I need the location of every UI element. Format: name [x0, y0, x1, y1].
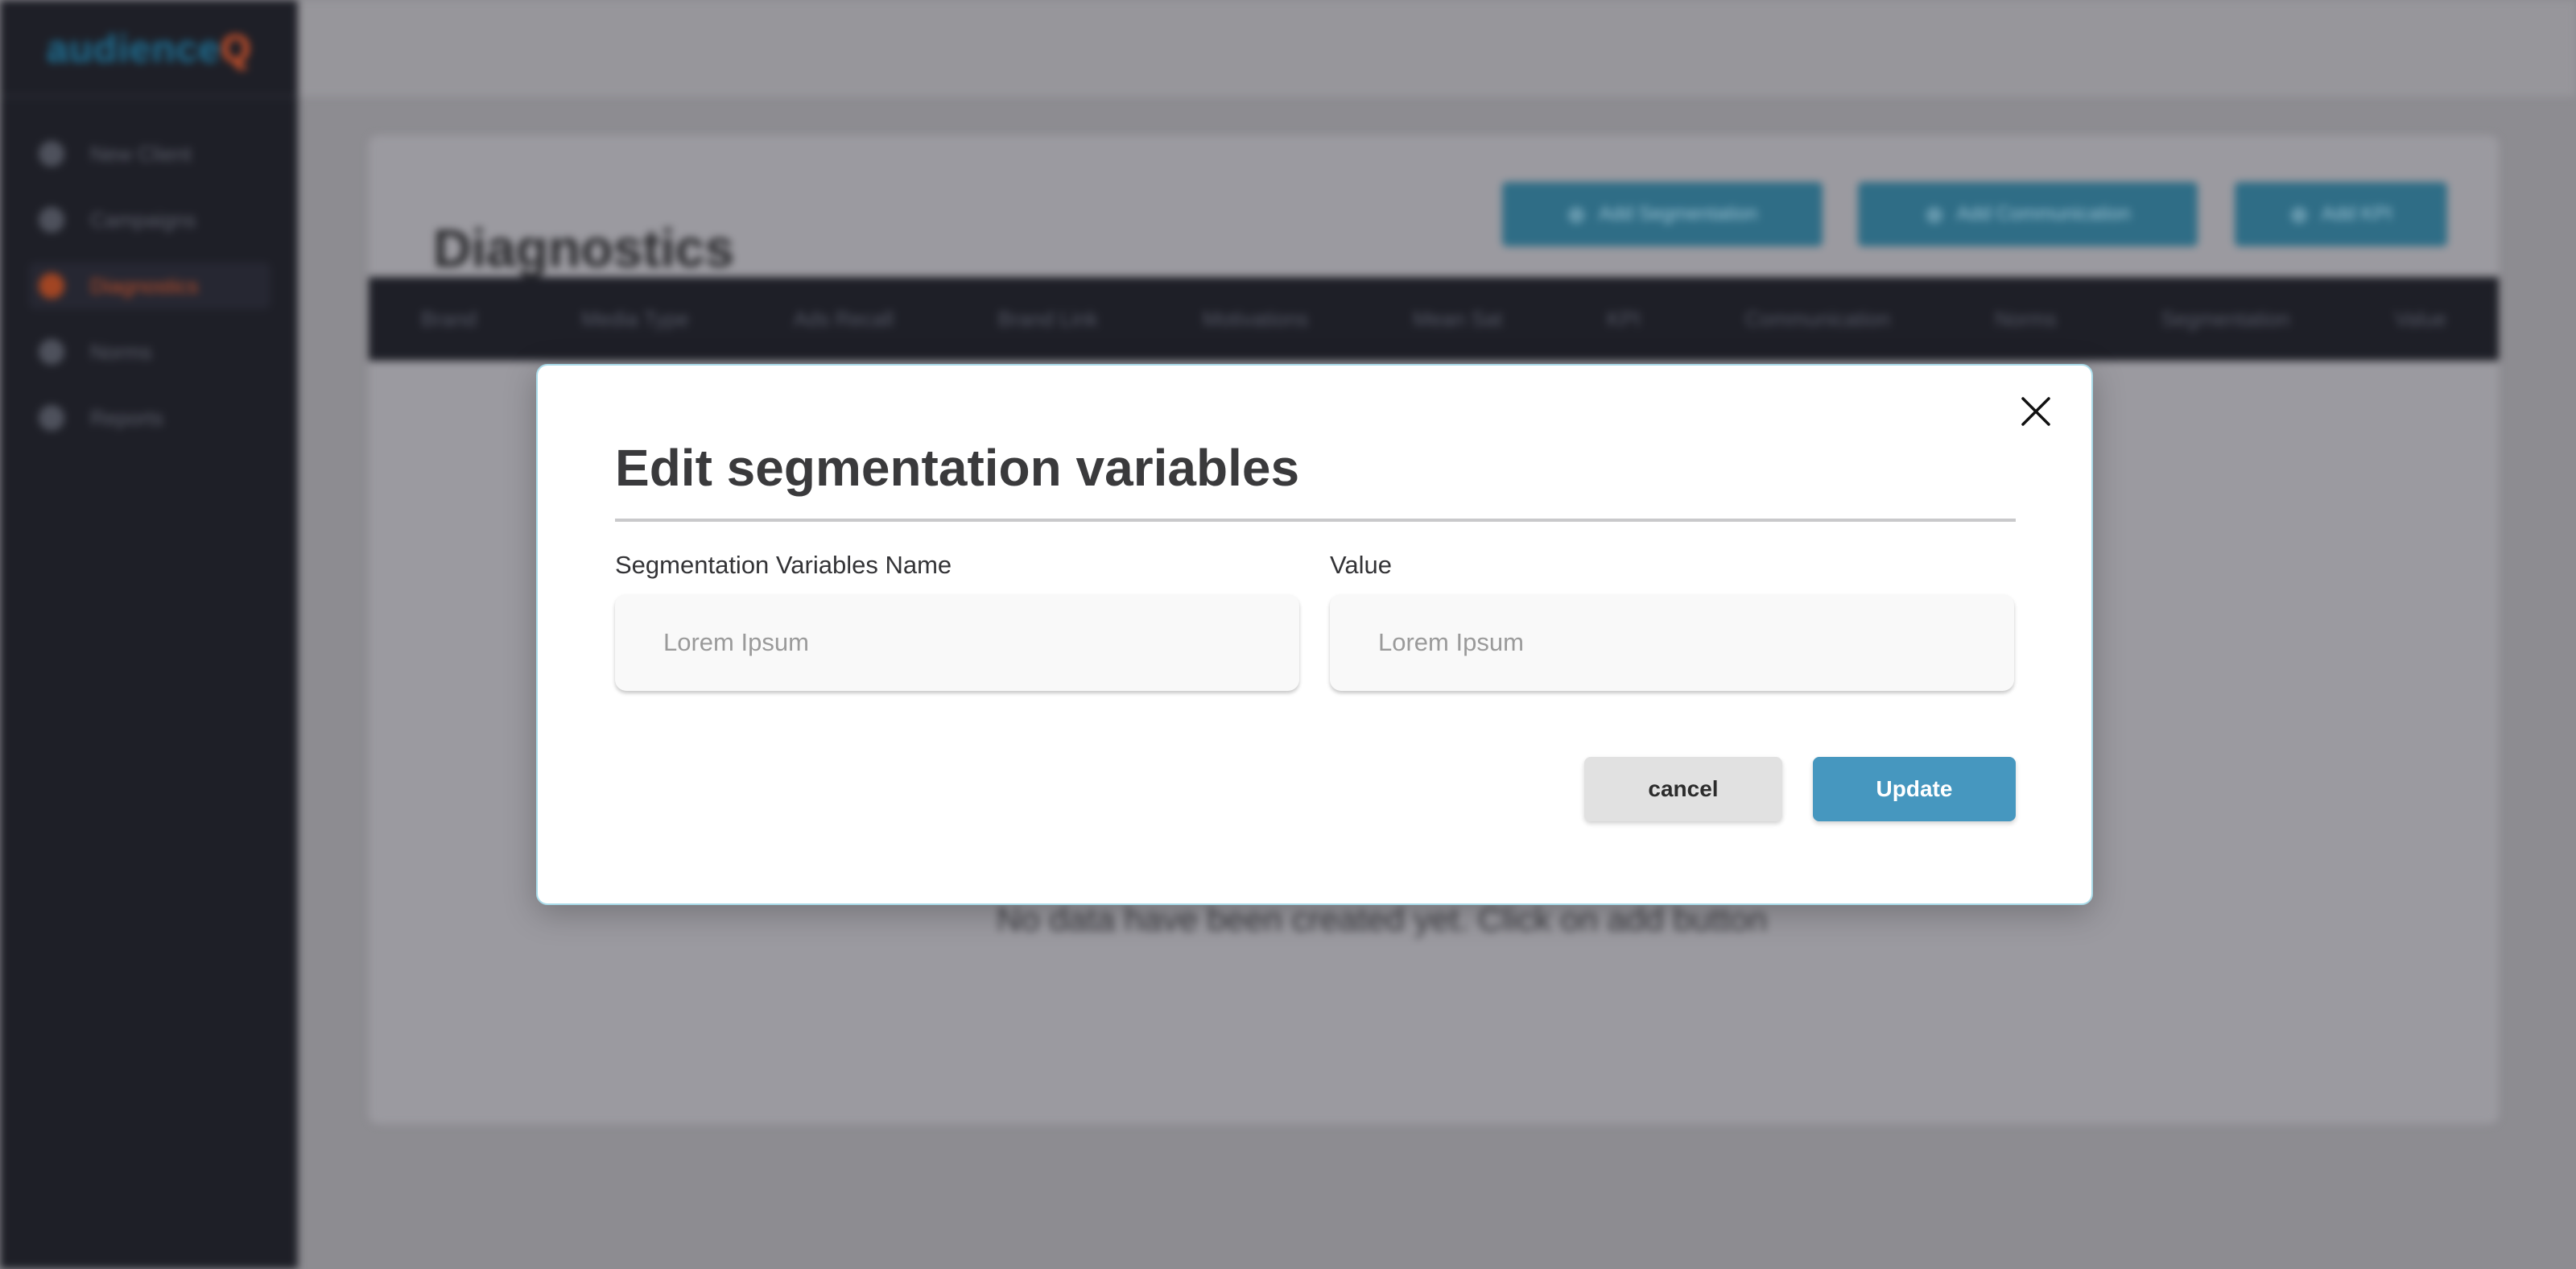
diagnostics-icon	[39, 273, 64, 299]
column-header[interactable]: Segmentation	[2161, 307, 2289, 332]
sidebar-item-label: Diagnostics	[90, 273, 199, 298]
logo-text-accent: Q	[221, 28, 252, 71]
column-header[interactable]: Communication	[1745, 307, 1891, 332]
column-header[interactable]: Media Type	[581, 307, 689, 332]
update-button[interactable]: Update	[1813, 757, 2016, 821]
column-header[interactable]: Value	[2395, 307, 2447, 332]
plus-circle-icon: ⊕	[1925, 201, 1944, 227]
column-header[interactable]: Brand Link	[998, 307, 1098, 332]
sidebar-item-label: Campaigns	[90, 207, 196, 232]
sidebar-item-norms[interactable]: Norms	[29, 329, 270, 375]
sidebar-item-new-client[interactable]: New Client	[29, 130, 270, 177]
value-label: Value	[1330, 551, 1392, 579]
table-header: Brand Media Type Ads Recall Brand Link M…	[369, 277, 2499, 361]
column-header[interactable]: Ads Recall	[794, 307, 894, 332]
button-label: Add KPI	[2321, 203, 2392, 225]
sidebar-item-label: Norms	[90, 339, 152, 364]
app-logo: audienceQ	[47, 27, 251, 72]
close-icon	[2021, 397, 2050, 426]
sidebar-item-label: Reports	[90, 405, 164, 430]
reports-icon	[39, 405, 64, 431]
modal-title: Edit segmentation variables	[615, 439, 1300, 497]
segmentation-name-input[interactable]	[615, 594, 1299, 691]
column-header[interactable]: Motivations	[1203, 307, 1309, 332]
value-input[interactable]	[1330, 594, 2014, 691]
empty-state-message: No data have been created yet. Click on …	[997, 900, 1768, 938]
sidebar-item-campaigns[interactable]: Campaigns	[29, 196, 270, 243]
sidebar-divider	[0, 95, 298, 97]
segmentation-name-label: Segmentation Variables Name	[615, 551, 952, 579]
add-kpi-button[interactable]: ⊕ Add KPI	[2235, 182, 2447, 246]
button-label: Add Communication	[1956, 203, 2131, 225]
sidebar-item-reports[interactable]: Reports	[29, 395, 270, 441]
sidebar: audienceQ New Client Campaigns Diagnosti…	[0, 0, 298, 1269]
sidebar-item-diagnostics[interactable]: Diagnostics	[29, 262, 270, 309]
column-header[interactable]: KPI	[1607, 307, 1641, 332]
client-icon	[39, 141, 64, 167]
norms-icon	[39, 339, 64, 365]
sidebar-nav: New Client Campaigns Diagnostics Norms R…	[29, 130, 270, 461]
add-segmentation-button[interactable]: ⊕ Add Segmentation	[1502, 182, 1823, 246]
logo-text-primary: audience	[47, 28, 221, 71]
campaigns-icon	[39, 207, 64, 233]
button-label: Add Segmentation	[1598, 203, 1758, 225]
title-divider	[615, 519, 2016, 522]
plus-circle-icon: ⊕	[1567, 201, 1586, 227]
close-button[interactable]	[2013, 388, 2059, 435]
column-header[interactable]: Norms	[1995, 307, 2057, 332]
cancel-button[interactable]: cancel	[1584, 757, 1782, 821]
column-header[interactable]: Mean Sat	[1413, 307, 1502, 332]
add-communication-button[interactable]: ⊕ Add Communication	[1858, 182, 2198, 246]
sidebar-item-label: New Client	[90, 141, 192, 166]
edit-segmentation-modal: Edit segmentation variables Segmentation…	[536, 364, 2093, 905]
top-bar	[298, 0, 2576, 97]
plus-circle-icon: ⊕	[2289, 201, 2309, 227]
column-header[interactable]: Brand	[421, 307, 477, 332]
page-title: Diagnostics	[433, 218, 735, 279]
